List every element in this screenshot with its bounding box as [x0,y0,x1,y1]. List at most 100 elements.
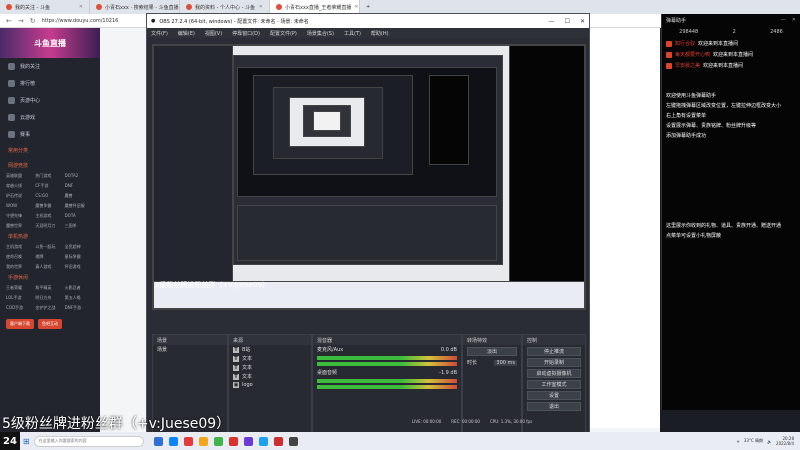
app-icon[interactable] [183,436,193,446]
source-item[interactable]: T 文本 [229,354,311,363]
audio-meter[interactable] [317,362,457,366]
category-link[interactable]: 魔兽怀旧服 [65,203,94,209]
menu-docks[interactable]: 停靠窗口(D) [232,30,260,37]
app-icon[interactable] [228,436,238,446]
stop-streaming-button[interactable]: 停止推流 [527,347,581,356]
minimize-icon[interactable]: — [549,18,555,25]
category-link[interactable]: DOTA2 [65,173,94,179]
category-link[interactable]: 王者荣耀 [6,285,35,291]
category-link[interactable]: 主机游戏 [35,213,64,219]
new-tab-button[interactable]: + [360,0,374,14]
back-icon[interactable]: ← [6,17,12,25]
sidebar-item-follow[interactable]: 我的关注 [0,58,100,75]
studio-mode-button[interactable]: 工作室模式 [527,380,581,389]
group-title[interactable]: 手游休闲 [0,270,100,285]
tab-close-icon[interactable]: ✕ [354,4,358,10]
browser-tab-2[interactable]: 小青石xxx · 搜索结果 - 斗鱼直播✕ [90,0,180,14]
app-icon[interactable] [198,436,208,446]
category-link[interactable]: DNF手游 [65,305,94,311]
taskbar-search-input[interactable]: 在这里输入你要搜索的内容 [33,435,144,447]
scene-item[interactable]: 场景 [153,345,227,354]
transition-select[interactable]: 淡出 [467,347,517,356]
browser-tab-3[interactable]: 我的资料 - 个人中心 - 斗鱼 ✕ [180,0,270,14]
sidebar-item-cloudgame[interactable]: 云游戏 [0,109,100,126]
category-link[interactable]: DNF [65,183,94,189]
category-link[interactable]: COD手游 [6,305,35,311]
category-link[interactable]: 天涯明月刀 [35,223,64,229]
close-icon[interactable]: ✕ [792,17,796,23]
sidebar-item-rank[interactable]: 排行榜 [0,75,100,92]
category-link[interactable]: 魔兽争霸 [35,203,64,209]
app-icon[interactable] [288,436,298,446]
category-link[interactable]: 第五人格 [65,295,94,301]
reload-icon[interactable]: ↻ [30,17,36,25]
category-link[interactable]: 明日方舟 [35,295,64,301]
menu-scene-collection[interactable]: 场景集合(S) [307,30,334,37]
category-link[interactable]: 金铲铲之战 [35,305,64,311]
forward-icon[interactable]: → [18,17,24,25]
category-link[interactable]: 棋牌 [35,254,64,260]
app-icon[interactable] [213,436,223,446]
source-item[interactable]: T 文本 [229,372,311,381]
clock[interactable]: 20:28 2022/8/4 [776,436,794,446]
minimize-icon[interactable]: — [781,17,786,23]
windows-start-icon[interactable]: ⊞ [23,437,30,446]
source-item[interactable]: T 文本 [229,363,311,372]
category-link[interactable]: CS:GO [35,193,64,199]
category-link[interactable]: 热门游戏 [35,173,64,179]
source-item[interactable]: ▣ logo [229,381,311,389]
obs-preview[interactable] [152,44,586,310]
url-field[interactable]: https://www.douyu.com/10216 [42,18,119,24]
maximize-icon[interactable]: ☐ [565,18,570,25]
settings-button[interactable]: 设置 [527,391,581,400]
volume-icon[interactable]: 🔈 [767,439,772,444]
menu-profile[interactable]: 配置文件(P) [270,30,297,37]
category-link[interactable]: 炉石传说 [6,193,35,199]
category-link[interactable]: 守望先锋 [6,213,35,219]
start-recording-button[interactable]: 开始录制 [527,358,581,367]
category-link[interactable]: DOTA [65,213,94,219]
category-link[interactable]: 英雄联盟 [6,173,35,179]
category-link[interactable]: WOW [6,203,35,209]
category-link[interactable]: 主机游戏 [6,244,35,250]
category-link[interactable]: 和平精英 [35,285,64,291]
exit-button[interactable]: 退出 [527,402,581,411]
weather-text[interactable]: 33°C 晴朗 [744,438,763,444]
menu-help[interactable]: 帮助(H) [371,30,389,37]
sidebar-item-events[interactable]: 赛事 [0,126,100,143]
category-link[interactable]: 魔兽世界 [6,223,35,229]
group-title[interactable]: 单机热游 [0,229,100,244]
audio-meter[interactable] [317,385,457,389]
tab-close-icon[interactable]: ✕ [259,4,263,10]
app-icon[interactable] [258,436,268,446]
duration-input[interactable]: 300 ms [494,359,517,366]
app-icon[interactable] [168,436,178,446]
category-link[interactable]: 我的世界 [6,264,35,270]
menu-tools[interactable]: 工具(T) [344,30,361,37]
app-icon[interactable] [153,436,163,446]
obs-titlebar[interactable]: ● OBS 27.2.4 (64-bit, windows) - 配置文件: 未… [147,14,589,28]
browser-tab-1[interactable]: 我的关注 - 斗鱼 ✕ [0,0,90,14]
category-link[interactable]: 三国杀 [65,223,94,229]
site-banner[interactable]: 斗鱼直播 [0,28,100,58]
category-link[interactable]: LOL手游 [6,295,35,301]
app-icon[interactable] [273,436,283,446]
chat-titlebar[interactable]: 弹幕助手 — ✕ [662,14,800,26]
fishbar-button[interactable]: 鱼吧互动 [38,319,62,329]
category-link[interactable]: 火影忍者 [65,285,94,291]
category-link[interactable]: 穿越火线 [6,183,35,189]
virtual-camera-button[interactable]: 启动虚拟摄像机 [527,369,581,378]
close-icon[interactable]: ✕ [580,18,585,25]
sidebar-item-webgame[interactable]: 页游中心 [0,92,100,109]
category-link[interactable]: 怀旧游戏 [65,264,94,270]
category-link[interactable]: 斗鱼一起玩 [35,244,64,250]
group-title[interactable]: 常用分类 [0,143,100,158]
category-link[interactable]: 星际争霸 [65,254,94,260]
menu-view[interactable]: 视图(V) [205,30,222,37]
app-icon[interactable] [243,436,253,446]
browser-tab-4[interactable]: 小青石xxx直播_王者荣耀直播 ✕ [270,0,360,14]
category-link[interactable]: CF手游 [35,183,64,189]
category-link[interactable]: 使命召唤 [6,254,35,260]
category-link[interactable]: 魔兽 [65,193,94,199]
tab-close-icon[interactable]: ✕ [79,4,83,10]
